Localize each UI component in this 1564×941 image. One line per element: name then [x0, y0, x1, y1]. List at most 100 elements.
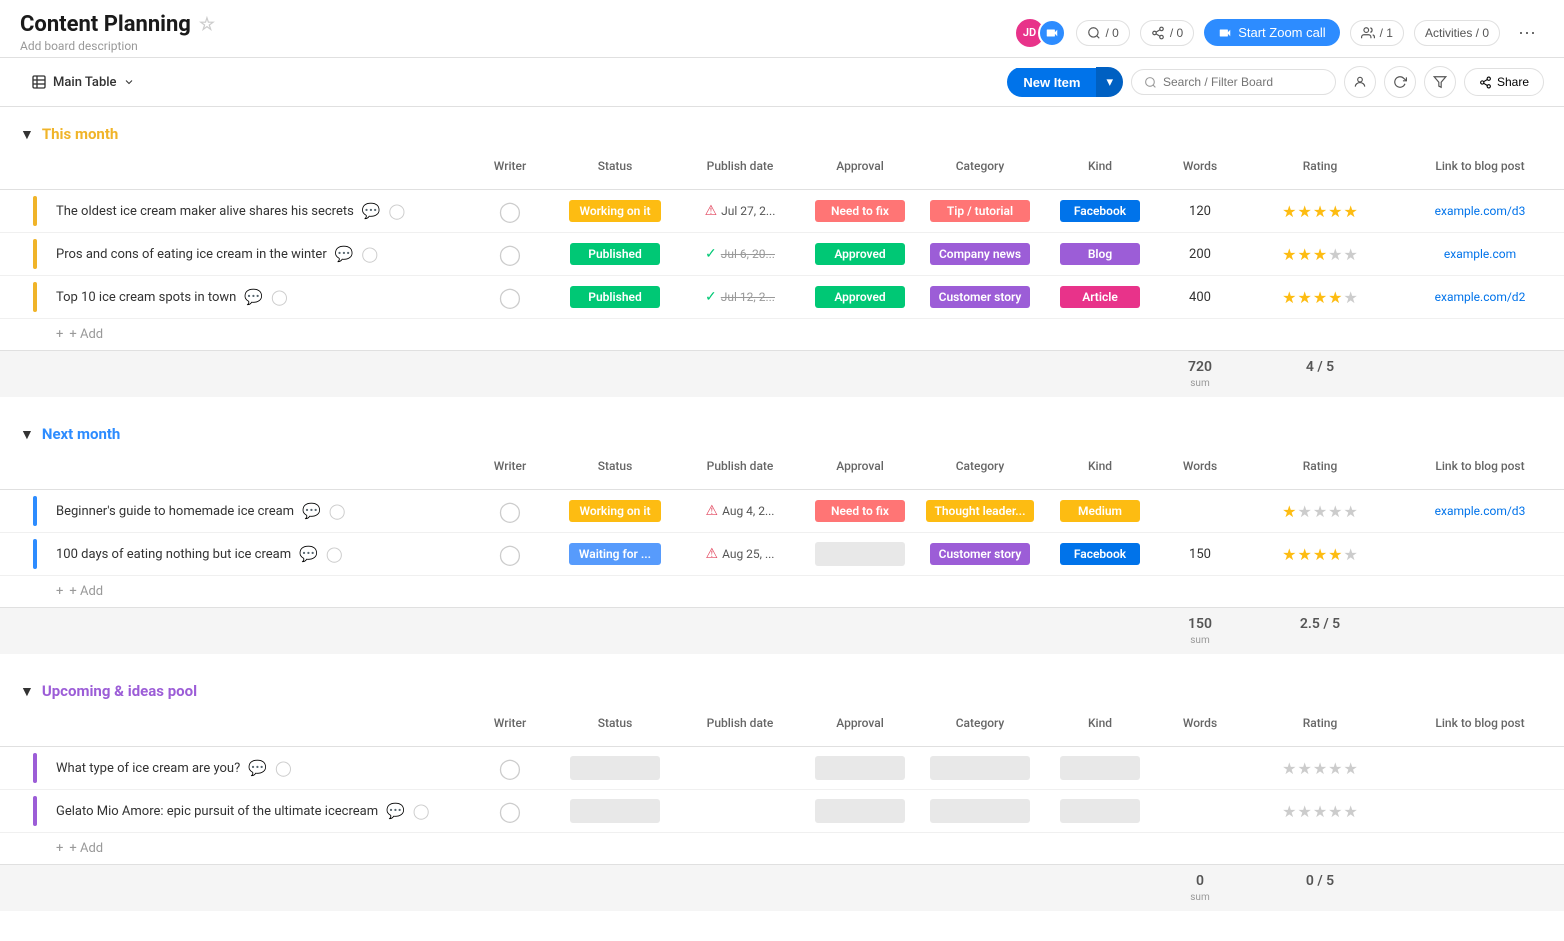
share-label: Share: [1497, 75, 1529, 89]
publish-date-cell[interactable]: ⚠ Aug 4, 2...: [680, 497, 800, 525]
filter-btn[interactable]: [1424, 66, 1456, 98]
main-table-btn[interactable]: Main Table: [20, 68, 146, 96]
person-btn[interactable]: ◯: [361, 245, 378, 263]
status-cell[interactable]: Published: [550, 237, 680, 271]
comment-btn[interactable]: 💬: [244, 288, 263, 306]
comment-btn[interactable]: 💬: [302, 502, 321, 520]
person-btn[interactable]: ◯: [329, 502, 346, 520]
approval-cell[interactable]: Approved: [800, 280, 920, 314]
writer-icon[interactable]: ◯: [499, 499, 521, 524]
group-header-next-month[interactable]: ▼ Next month: [0, 417, 1564, 451]
category-cell[interactable]: Customer story: [920, 280, 1040, 314]
rating-cell[interactable]: ★★★★★: [1240, 196, 1400, 227]
approval-cell[interactable]: [800, 536, 920, 572]
comment-btn[interactable]: 💬: [362, 202, 381, 220]
rating-cell[interactable]: ★★★★★: [1240, 753, 1400, 784]
add-row-btn[interactable]: + + Add: [0, 833, 1564, 864]
status-cell[interactable]: Published: [550, 280, 680, 314]
search-count-btn[interactable]: / 0: [1076, 20, 1130, 46]
person-btn[interactable]: ◯: [271, 288, 288, 306]
new-item-button[interactable]: New Item: [1007, 68, 1096, 97]
status-cell[interactable]: Working on it: [550, 194, 680, 228]
person-btn[interactable]: ◯: [326, 545, 343, 563]
approval-cell[interactable]: Need to fix: [800, 494, 920, 528]
person-filter-btn[interactable]: [1344, 66, 1376, 98]
publish-date-cell[interactable]: ⚠ Jul 27, 2...: [680, 197, 800, 225]
person-btn[interactable]: ◯: [275, 759, 292, 777]
row-indicator-cell: [20, 233, 50, 275]
comment-btn[interactable]: 💬: [386, 802, 405, 820]
kind-cell[interactable]: [1040, 793, 1160, 829]
blog-link[interactable]: example.com/d2: [1435, 290, 1526, 304]
publish-date-cell[interactable]: ✓ Jul 6, 20...: [680, 240, 800, 268]
writer-icon[interactable]: ◯: [499, 242, 521, 267]
rating-cell[interactable]: ★★★★★: [1240, 796, 1400, 827]
group-header-upcoming[interactable]: ▼ Upcoming & ideas pool: [0, 674, 1564, 708]
status-cell[interactable]: [550, 750, 680, 786]
kind-cell[interactable]: Blog: [1040, 237, 1160, 271]
writer-icon[interactable]: ◯: [499, 756, 521, 781]
comment-btn[interactable]: 💬: [335, 245, 354, 263]
kind-cell[interactable]: [1040, 750, 1160, 786]
persons-btn[interactable]: / 1: [1350, 20, 1404, 46]
comment-btn[interactable]: 💬: [299, 545, 318, 563]
category-cell[interactable]: Thought leader...: [920, 494, 1040, 528]
publish-date-cell[interactable]: [680, 762, 800, 774]
refresh-btn[interactable]: [1384, 66, 1416, 98]
group-this-month: ▼ This month Writer Status Publish date …: [0, 117, 1564, 397]
category-cell[interactable]: [920, 750, 1040, 786]
publish-date-cell[interactable]: ⚠ Aug 25, ...: [680, 540, 800, 568]
writer-icon[interactable]: ◯: [499, 799, 521, 824]
comment-btn[interactable]: 💬: [248, 759, 267, 777]
search-input[interactable]: [1163, 75, 1323, 89]
approval-cell[interactable]: Approved: [800, 237, 920, 271]
new-item-dropdown-button[interactable]: ▾: [1096, 67, 1123, 97]
category-cell[interactable]: Tip / tutorial: [920, 194, 1040, 228]
more-options-btn[interactable]: ···: [1510, 17, 1544, 48]
status-cell[interactable]: Waiting for ...: [550, 537, 680, 571]
link-cell[interactable]: example.com/d3: [1400, 498, 1560, 524]
link-cell[interactable]: [1400, 548, 1560, 560]
link-cell[interactable]: example.com/d2: [1400, 284, 1560, 310]
add-row-btn[interactable]: + + Add: [0, 319, 1564, 350]
status-cell[interactable]: Working on it: [550, 494, 680, 528]
share-count-btn[interactable]: / 0: [1140, 20, 1194, 46]
zoom-call-button[interactable]: Start Zoom call: [1204, 19, 1339, 46]
rating-cell[interactable]: ★★★★★: [1240, 282, 1400, 313]
category-cell[interactable]: Company news: [920, 237, 1040, 271]
rating-cell[interactable]: ★★★★★: [1240, 539, 1400, 570]
kind-cell[interactable]: Facebook: [1040, 537, 1160, 571]
blog-link[interactable]: example.com: [1444, 247, 1516, 261]
add-row-btn[interactable]: + + Add: [0, 576, 1564, 607]
blog-link[interactable]: example.com/d3: [1435, 204, 1526, 218]
person-btn[interactable]: ◯: [389, 202, 406, 220]
link-cell[interactable]: [1400, 805, 1560, 817]
link-cell[interactable]: example.com/d3: [1400, 198, 1560, 224]
link-cell[interactable]: example.com: [1400, 241, 1560, 267]
publish-date-cell[interactable]: ✓ Jul 12, 2...: [680, 283, 800, 311]
category-cell[interactable]: Customer story: [920, 537, 1040, 571]
publish-date-cell[interactable]: [680, 805, 800, 817]
rating-cell[interactable]: ★★★★★: [1240, 496, 1400, 527]
writer-icon[interactable]: ◯: [499, 542, 521, 567]
board-description[interactable]: Add board description: [20, 39, 215, 53]
writer-icon[interactable]: ◯: [499, 199, 521, 224]
approval-cell[interactable]: Need to fix: [800, 194, 920, 228]
blog-link[interactable]: example.com/d3: [1435, 504, 1526, 518]
summary-row: 0 sum 0 / 5: [0, 864, 1564, 911]
approval-cell[interactable]: [800, 793, 920, 829]
person-btn[interactable]: ◯: [413, 802, 430, 820]
category-cell[interactable]: [920, 793, 1040, 829]
status-cell[interactable]: [550, 793, 680, 829]
kind-cell[interactable]: Facebook: [1040, 194, 1160, 228]
activities-btn[interactable]: Activities / 0: [1414, 20, 1500, 46]
writer-icon[interactable]: ◯: [499, 285, 521, 310]
kind-cell[interactable]: Article: [1040, 280, 1160, 314]
rating-cell[interactable]: ★★★★★: [1240, 239, 1400, 270]
share-button[interactable]: Share: [1464, 68, 1544, 96]
approval-cell[interactable]: [800, 750, 920, 786]
link-cell[interactable]: [1400, 762, 1560, 774]
star-icon[interactable]: ☆: [199, 14, 215, 35]
group-header-this-month[interactable]: ▼ This month: [0, 117, 1564, 151]
kind-cell[interactable]: Medium: [1040, 494, 1160, 528]
